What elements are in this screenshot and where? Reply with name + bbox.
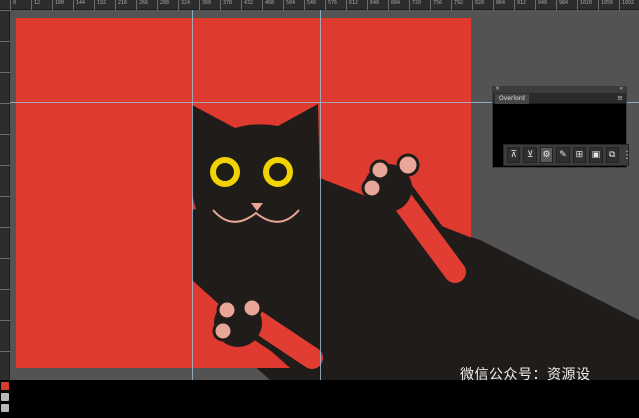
edit-artboard-icon[interactable]: ✎: [556, 147, 570, 163]
ruler-tick-label: 684: [388, 0, 400, 10]
tab-overlord[interactable]: Overlord: [495, 94, 529, 104]
ruler-tick-label: 12: [31, 0, 40, 10]
settings-icon[interactable]: ⚙: [539, 147, 554, 163]
ruler-tick-label: 540: [304, 0, 316, 10]
ruler-tick-label: 0: [10, 0, 16, 10]
ruler-tick-label: 504: [283, 0, 295, 10]
left-eye-pupil: [216, 163, 234, 181]
close-icon[interactable]: ×: [495, 85, 500, 92]
panel-menu-icon[interactable]: ≡: [617, 93, 623, 103]
collapse-icon[interactable]: «: [619, 85, 623, 92]
panel-tab-row: Overlord ≡: [493, 93, 626, 104]
vertical-guide-2[interactable]: [320, 10, 321, 380]
horizontal-ruler[interactable]: 0 12 100 144 192 216 266 288 324 360 378 432 468 504 5…: [0, 0, 639, 10]
ruler-tick-label: 192: [94, 0, 106, 10]
ruler-tick: [0, 258, 10, 259]
ruler-tick: [0, 165, 10, 166]
ruler-tick-label: 1092: [619, 0, 634, 10]
ruler-tick: [0, 320, 10, 321]
align-top-icon[interactable]: ⊼: [507, 147, 521, 163]
ruler-tick-label: 100: [52, 0, 64, 10]
ruler-tick-label: 984: [556, 0, 568, 10]
right-eye-pupil: [269, 163, 287, 181]
artwork-canvas[interactable]: [10, 10, 639, 380]
ruler-tick: [0, 72, 10, 73]
frame-icon[interactable]: [1, 404, 9, 412]
ruler-tick-label: 324: [178, 0, 190, 10]
ruler-tick-label: 432: [241, 0, 253, 10]
ruler-tick-label: 378: [220, 0, 232, 10]
ruler-tick-label: 1056: [598, 0, 613, 10]
ruler-tick-label: 912: [514, 0, 526, 10]
align-bottom-icon[interactable]: ⊻: [523, 147, 537, 163]
ruler-tick: [0, 103, 10, 104]
ruler-tick: [0, 10, 10, 11]
ruler-tick-label: 948: [535, 0, 547, 10]
ruler-tick: [0, 41, 10, 42]
ruler-tick-label: 266: [136, 0, 148, 10]
ruler-tick: [0, 351, 10, 352]
canvas-workspace[interactable]: [10, 10, 639, 380]
ruler-tick-label: 576: [325, 0, 337, 10]
ruler-tick-label: 1020: [577, 0, 592, 10]
ruler-tick-label: 792: [451, 0, 463, 10]
ruler-tick-label: 468: [262, 0, 274, 10]
mask-icon[interactable]: [1, 393, 9, 401]
ruler-tick-label: 612: [346, 0, 358, 10]
ruler-tick: [0, 289, 10, 290]
more-options-icon[interactable]: ⋮: [622, 150, 632, 161]
ruler-tick: [0, 196, 10, 197]
ruler-tick-label: 648: [367, 0, 379, 10]
vertical-ruler[interactable]: [0, 10, 10, 380]
bottom-bar: [0, 380, 639, 418]
layers-icon[interactable]: ⧉: [605, 147, 619, 163]
ruler-tick-label: 864: [493, 0, 505, 10]
ruler-tick-label: 216: [115, 0, 127, 10]
watermark-text: 微信公众号：资源设: [460, 367, 591, 383]
ruler-tick: [0, 134, 10, 135]
ruler-tick-label: 828: [472, 0, 484, 10]
ruler-tick: [0, 227, 10, 228]
overlord-toolbar: ⊼ ⊻ ⚙ ✎ ⊞ ▣ ⧉ ⋮: [503, 144, 632, 166]
swatch-icon[interactable]: [1, 382, 9, 390]
export-icon[interactable]: ▣: [589, 147, 603, 163]
ruler-tick-label: 288: [157, 0, 169, 10]
add-artboard-icon[interactable]: ⊞: [572, 147, 587, 163]
ruler-tick-label: 360: [199, 0, 211, 10]
ruler-tick-label: 720: [409, 0, 421, 10]
vertical-guide-1[interactable]: [192, 10, 193, 380]
ruler-tick-label: 756: [430, 0, 442, 10]
ruler-tick-label: 144: [73, 0, 85, 10]
